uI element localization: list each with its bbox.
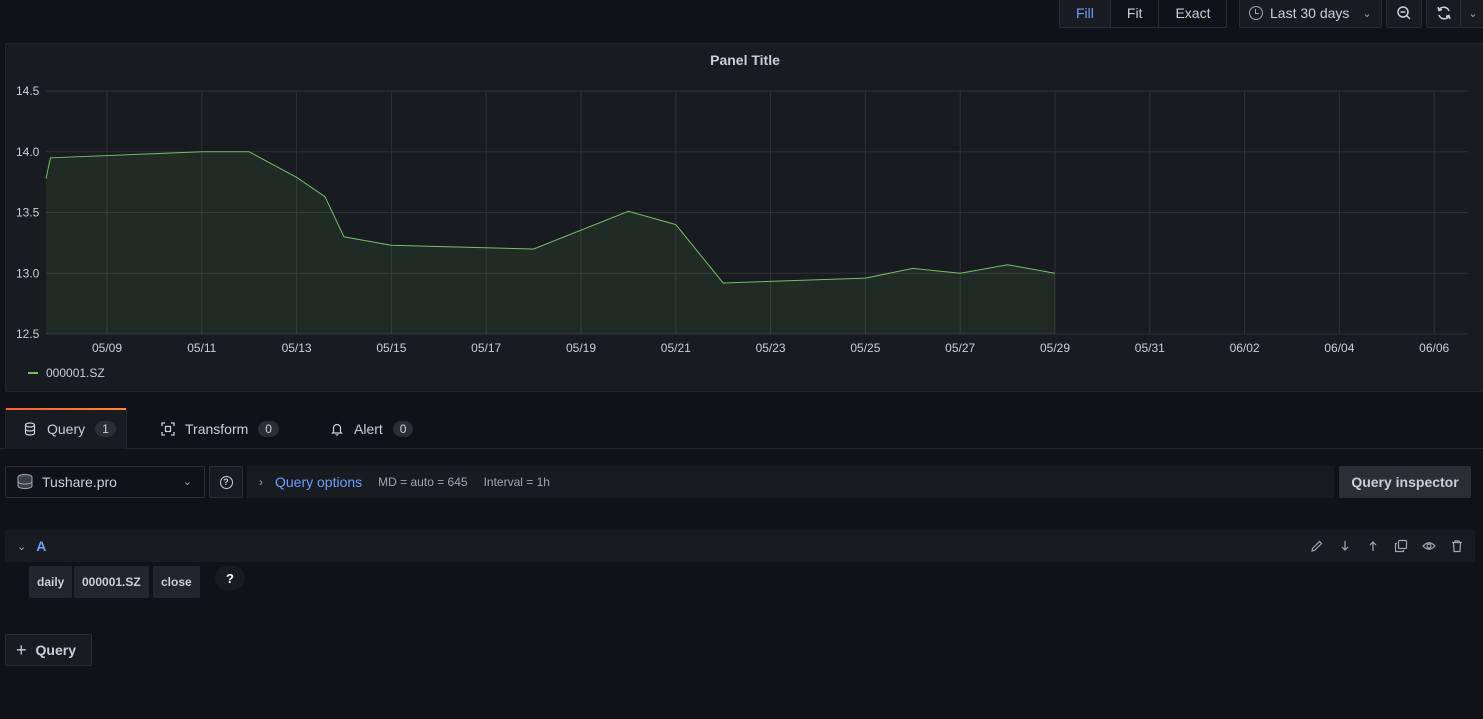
legend-label: 000001.SZ [46, 366, 105, 380]
x-tick-label: 06/04 [1324, 341, 1354, 355]
query-segment-field[interactable]: close [153, 566, 200, 598]
series-area [46, 151, 1055, 334]
datasource-help-button[interactable]: ? [209, 466, 243, 498]
transform-icon [161, 421, 175, 436]
query-segment-api[interactable]: daily [29, 566, 73, 598]
x-tick-label: 05/27 [945, 341, 975, 355]
query-options-toggle[interactable]: Query options [275, 474, 362, 490]
legend-item[interactable]: 000001.SZ [28, 366, 105, 380]
add-query-button[interactable]: + Query [5, 634, 92, 666]
tab-label: Alert [354, 420, 383, 437]
tab-query[interactable]: Query 1 [5, 408, 127, 449]
y-tick-label: 13.0 [16, 266, 40, 280]
eye-icon[interactable] [1421, 538, 1437, 554]
x-tick-label: 05/25 [850, 341, 880, 355]
y-tick-label: 12.5 [16, 327, 40, 341]
chevron-down-icon[interactable]: ⌄ [17, 540, 26, 553]
x-tick-label: 05/13 [282, 341, 312, 355]
x-tick-label: 05/21 [661, 341, 691, 355]
tab-counter: 0 [392, 420, 414, 437]
chevron-right-icon[interactable]: › [259, 475, 263, 489]
tab-alert[interactable]: Alert 0 [330, 408, 414, 449]
add-query-label: Query [35, 642, 76, 658]
tab-transform[interactable]: Transform 0 [161, 408, 279, 449]
x-tick-label: 06/02 [1230, 341, 1260, 355]
y-tick-label: 13.5 [16, 206, 40, 220]
y-tick-label: 14.5 [16, 84, 40, 98]
query-ref-id[interactable]: A [36, 538, 46, 554]
datasource-picker[interactable]: Tushare.pro ⌄ [5, 466, 205, 498]
arrow-up-icon[interactable] [1365, 538, 1381, 554]
editor-tabs: Query 1 Transform 0 Alert 0 [0, 408, 1483, 449]
panel: Panel Title 12.5 13.0 13.5 14.0 14.5 05/09 05/… [5, 43, 1483, 392]
tab-counter: 1 [95, 420, 116, 437]
x-tick-label: 05/15 [376, 341, 406, 355]
query-row-header: ⌄ A [5, 530, 1475, 562]
bell-icon [331, 423, 343, 436]
copy-icon[interactable] [1393, 538, 1409, 554]
x-tick-label: 05/11 [187, 341, 216, 355]
query-row-actions [1297, 538, 1465, 554]
x-tick-label: 05/29 [1040, 341, 1070, 355]
database-icon [17, 473, 33, 490]
tab-label: Transform [185, 420, 249, 437]
pencil-icon[interactable] [1309, 538, 1325, 554]
query-segment-code[interactable]: 000001.SZ [74, 566, 149, 598]
query-inspector-button[interactable]: Query inspector [1339, 466, 1471, 498]
database-icon [24, 421, 36, 436]
legend-swatch [28, 372, 38, 374]
tab-counter: 0 [258, 420, 279, 437]
query-help-button[interactable]: ? [215, 566, 245, 590]
x-tick-label: 05/09 [92, 341, 122, 355]
trash-icon[interactable] [1449, 538, 1465, 554]
datasource-name: Tushare.pro [42, 474, 117, 490]
time-series-chart: 12.5 13.0 13.5 14.0 14.5 05/09 05/11 05/13 05/15… [16, 84, 1468, 355]
x-tick-label: 05/23 [756, 341, 786, 355]
x-tick-label: 05/19 [566, 341, 596, 355]
query-options-bar: › Query options MD = auto = 645 Interval… [247, 466, 1334, 498]
arrow-down-icon[interactable] [1337, 538, 1353, 554]
question-circle-icon: ? [219, 475, 233, 489]
y-tick-label: 14.0 [16, 145, 40, 159]
plus-icon: + [16, 639, 27, 660]
x-tick-label: 05/17 [471, 341, 501, 355]
interval-info: Interval = 1h [483, 475, 550, 489]
x-tick-label: 05/31 [1135, 341, 1165, 355]
tab-label: Query [47, 420, 86, 437]
x-tick-label: 06/06 [1419, 341, 1449, 355]
chevron-down-icon: ⌄ [182, 476, 192, 488]
max-data-points-info: MD = auto = 645 [378, 475, 468, 489]
